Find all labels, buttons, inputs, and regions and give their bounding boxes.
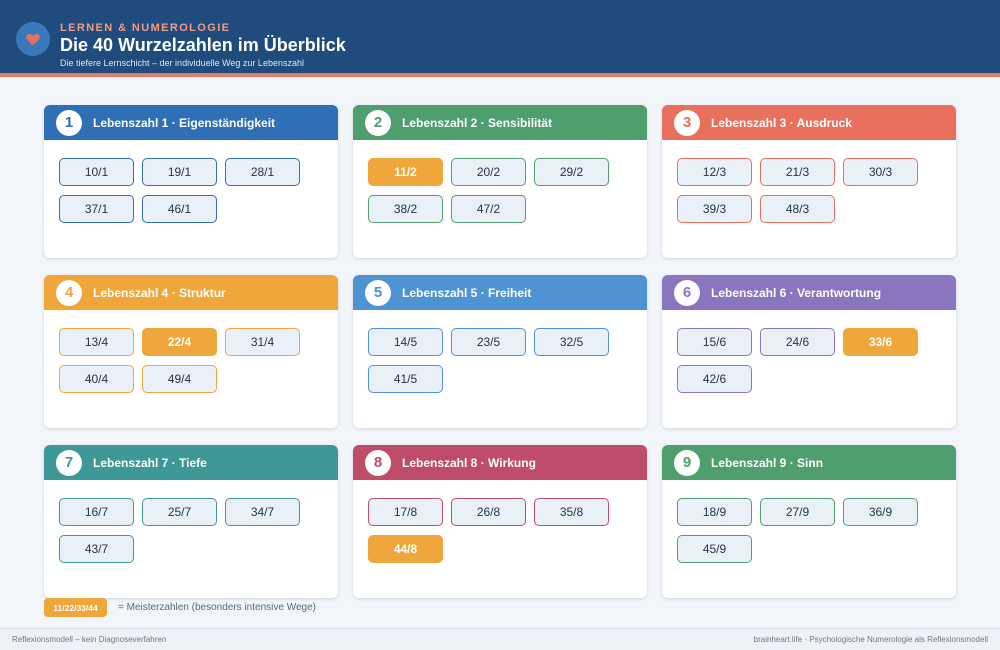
card-header: 5 Lebenszahl 5 · Freiheit [353,275,647,310]
card-title: Lebenszahl 2 · Sensibilität [402,115,553,130]
card-lebenszahl-8: 8 Lebenszahl 8 · Wirkung 17/8 26/8 35/8 44/8 [353,445,647,598]
root-number-chip: 25/7 [142,498,217,526]
page-subtitle: Die tiefere Lernschicht – der individuel… [60,58,304,68]
root-number-chip: 30/3 [843,158,918,186]
header-kicker: LERNEN & NUMEROLOGIE [60,22,231,34]
footer-source: brainheart.life · Psychologische Numerol… [753,635,988,644]
legend-text: = Meisterzahlen (besonders intensive Weg… [118,602,316,613]
root-number-chip: 27/9 [760,498,835,526]
header-bar: LERNEN & NUMEROLOGIE Die 40 Wurzelzahlen… [0,0,1000,73]
root-number-chip: 48/3 [760,195,835,223]
root-number-chip: 37/1 [59,195,134,223]
card-lebenszahl-9: 9 Lebenszahl 9 · Sinn 18/9 27/9 36/9 45/9 [662,445,956,598]
root-number-chip: 20/2 [451,158,526,186]
number-badge: 5 [365,279,391,306]
page-title: Die 40 Wurzelzahlen im Überblick [60,35,346,55]
logo [16,22,50,56]
root-number-chip: 42/6 [677,365,752,393]
master-number-chip: 22/4 [142,328,217,356]
card-lebenszahl-4: 4 Lebenszahl 4 · Struktur 13/4 22/4 31/4 40/4… [44,275,338,428]
card-lebenszahl-5: 5 Lebenszahl 5 · Freiheit 14/5 23/5 32/5 41/5 [353,275,647,428]
root-number-chip: 21/3 [760,158,835,186]
card-lebenszahl-3: 3 Lebenszahl 3 · Ausdruck 12/3 21/3 30/3 39/3… [662,105,956,258]
root-number-chip: 16/7 [59,498,134,526]
root-number-chip: 49/4 [142,365,217,393]
card-grid: 1 Lebenszahl 1 · Eigenständigkeit 10/1 19/1… [44,105,956,598]
root-number-chip: 36/9 [843,498,918,526]
root-number-chip: 40/4 [59,365,134,393]
number-badge: 4 [56,279,82,306]
card-title: Lebenszahl 4 · Struktur [93,285,226,300]
root-number-chip: 28/1 [225,158,300,186]
card-title: Lebenszahl 7 · Tiefe [93,455,207,470]
footer-disclaimer: Reflexionsmodell – kein Diagnoseverfahre… [12,635,167,644]
root-number-chip: 38/2 [368,195,443,223]
root-number-chip: 32/5 [534,328,609,356]
card-title: Lebenszahl 6 · Verantwortung [711,285,882,300]
card-title: Lebenszahl 1 · Eigenständigkeit [93,115,276,130]
footer: Reflexionsmodell – kein Diagnoseverfahre… [0,628,1000,650]
number-badge: 9 [674,449,700,476]
root-number-chip: 13/4 [59,328,134,356]
card-lebenszahl-6: 6 Lebenszahl 6 · Verantwortung 15/6 24/6 33/… [662,275,956,428]
master-number-chip: 44/8 [368,535,443,563]
card-lebenszahl-2: 2 Lebenszahl 2 · Sensibilität 11/2 20/2 29/2… [353,105,647,258]
root-number-chip: 34/7 [225,498,300,526]
card-header: 4 Lebenszahl 4 · Struktur [44,275,338,310]
accent-stripe [0,73,1000,77]
card-header: 2 Lebenszahl 2 · Sensibilität [353,105,647,140]
number-badge: 2 [365,109,391,136]
number-badge: 8 [365,449,391,476]
root-number-chip: 15/6 [677,328,752,356]
root-number-chip: 46/1 [142,195,217,223]
card-title: Lebenszahl 3 · Ausdruck [711,115,852,130]
card-header: 6 Lebenszahl 6 · Verantwortung [662,275,956,310]
root-number-chip: 14/5 [368,328,443,356]
root-number-chip: 10/1 [59,158,134,186]
card-header: 3 Lebenszahl 3 · Ausdruck [662,105,956,140]
number-badge: 7 [56,449,82,476]
card-header: 7 Lebenszahl 7 · Tiefe [44,445,338,480]
card-lebenszahl-7: 7 Lebenszahl 7 · Tiefe 16/7 25/7 34/7 43/7 [44,445,338,598]
card-header: 1 Lebenszahl 1 · Eigenständigkeit [44,105,338,140]
root-number-chip: 23/5 [451,328,526,356]
root-number-chip: 39/3 [677,195,752,223]
card-title: Lebenszahl 5 · Freiheit [402,285,532,300]
card-title: Lebenszahl 9 · Sinn [711,455,824,470]
root-number-chip: 47/2 [451,195,526,223]
root-number-chip: 26/8 [451,498,526,526]
heart-icon [26,34,40,46]
master-number-chip: 33/6 [843,328,918,356]
card-lebenszahl-1: 1 Lebenszahl 1 · Eigenständigkeit 10/1 19/1… [44,105,338,258]
root-number-chip: 18/9 [677,498,752,526]
card-header: 9 Lebenszahl 9 · Sinn [662,445,956,480]
number-badge: 1 [56,109,82,136]
root-number-chip: 41/5 [368,365,443,393]
root-number-chip: 17/8 [368,498,443,526]
root-number-chip: 29/2 [534,158,609,186]
root-number-chip: 45/9 [677,535,752,563]
master-number-chip: 11/2 [368,158,443,186]
card-header: 8 Lebenszahl 8 · Wirkung [353,445,647,480]
root-number-chip: 31/4 [225,328,300,356]
legend-master-chip: 11/22/33/44 [44,598,107,617]
number-badge: 6 [674,279,700,306]
number-badge: 3 [674,109,700,136]
card-title: Lebenszahl 8 · Wirkung [402,455,536,470]
root-number-chip: 35/8 [534,498,609,526]
root-number-chip: 12/3 [677,158,752,186]
root-number-chip: 19/1 [142,158,217,186]
root-number-chip: 24/6 [760,328,835,356]
root-number-chip: 43/7 [59,535,134,563]
